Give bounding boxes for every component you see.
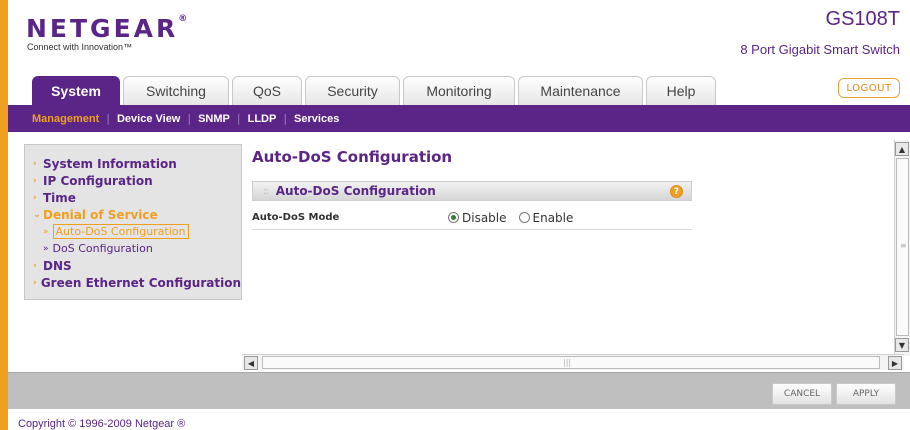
product-description: 8 Port Gigabit Smart Switch [740,42,900,57]
sidebar-item-ip-configuration[interactable]: › IP Configuration [25,172,241,189]
sidebar: › System Information › IP Configuration › T… [24,144,242,300]
sidebar-subitem-label: DoS Configuration [52,242,153,255]
netgear-logo: NETGEAR® [26,14,187,43]
subnav-separator: | [106,112,110,125]
subnav-management[interactable]: Management [32,113,99,125]
grip-icon: ≡ [900,241,907,250]
footer-bar: CANCEL APPLY [8,372,910,409]
panel-header: :: Auto-DoS Configuration ? [252,181,692,201]
sidebar-item-green-ethernet-configuration[interactable]: › Green Ethernet Configuration [25,274,241,291]
disable-radio[interactable] [448,212,459,223]
sidebar-subitem-auto-dos-configuration[interactable]: » Auto-DoS Configuration [25,223,241,240]
vertical-scroll-thumb[interactable]: ≡ [896,158,909,336]
chevron-right-icon: › [33,175,37,186]
horizontal-scrollbar[interactable]: ◀ ||| ▶ [242,354,904,370]
sidebar-item-label: IP Configuration [43,173,153,188]
model-name: GS108T [825,8,900,30]
drag-handle-icon: :: [263,185,269,197]
apply-button[interactable]: APPLY [836,383,896,405]
sidebar-subitem-label: Auto-DoS Configuration [52,224,189,239]
sidebar-item-label: Time [43,190,76,205]
chevron-right-icon: › [33,192,37,203]
double-chevron-icon: » [43,243,49,254]
logo-text: NETGEAR [26,14,179,43]
sidebar-item-dns[interactable]: › DNS [25,257,241,274]
sidebar-item-label: Denial of Service [43,207,158,222]
grip-icon: ||| [563,358,572,367]
app-window: NETGEAR® Connect with Innovation™ GS108T… [8,0,910,430]
chevron-right-icon: › [33,277,37,288]
double-chevron-icon: » [43,226,49,237]
subnav-separator: | [283,112,288,125]
subnav-services[interactable]: Services [294,113,339,125]
sidebar-item-label: System Information [43,156,177,171]
auto-dos-mode-row: Auto-DoS Mode Disable Enable [252,206,692,230]
tagline: Connect with Innovation™ [27,42,133,52]
sidebar-subitem-dos-configuration[interactable]: » DoS Configuration [25,240,241,257]
enable-radio[interactable] [518,212,530,223]
logo-registered: ® [178,14,188,24]
help-icon[interactable]: ? [670,185,683,198]
logout-button[interactable]: LOGOUT [838,78,900,98]
scroll-down-button[interactable]: ▼ [895,338,909,352]
tab-qos[interactable]: QoS [232,76,302,105]
sub-navigation: Management | Device View | SNMP | LLDP |… [8,105,910,132]
sidebar-item-system-information[interactable]: › System Information [25,155,241,172]
scroll-left-button[interactable]: ◀ [244,356,258,370]
sidebar-item-label: DNS [43,258,72,273]
tab-system[interactable]: System [32,76,120,105]
sidebar-item-denial-of-service[interactable]: ⌄ Denial of Service [25,206,241,223]
tab-switching[interactable]: Switching [123,76,229,105]
disable-option[interactable]: Disable [448,211,507,225]
subnav-separator: | [187,112,192,125]
enable-option[interactable]: Enable [518,210,574,225]
scroll-up-button[interactable]: ▲ [895,142,909,156]
tab-monitoring[interactable]: Monitoring [403,76,515,105]
sidebar-item-label: Green Ethernet Configuration [40,275,241,290]
disable-label: Disable [462,210,507,225]
cancel-button[interactable]: CANCEL [772,383,832,405]
chevron-down-icon: ⌄ [33,209,41,220]
page-title: Auto-DoS Configuration [252,148,453,166]
subnav-device-view[interactable]: Device View [117,113,180,125]
chevron-right-icon: › [33,158,37,169]
tab-help[interactable]: Help [646,76,716,105]
vertical-scrollbar[interactable]: ▲ ≡ ▼ [894,140,910,356]
tab-maintenance[interactable]: Maintenance [518,76,643,105]
subnav-lldp[interactable]: LLDP [248,113,277,125]
scroll-right-button[interactable]: ▶ [888,356,902,370]
enable-label: Enable [532,210,574,225]
sidebar-item-time[interactable]: › Time [25,189,241,206]
panel-title: Auto-DoS Configuration [275,184,436,198]
copyright-text: Copyright © 1996-2009 Netgear ® [18,418,186,430]
horizontal-scroll-thumb[interactable]: ||| [262,356,880,369]
tab-security[interactable]: Security [305,76,400,105]
chevron-right-icon: › [33,260,37,271]
main-tabs: System Switching QoS Security Monitoring… [32,76,719,105]
subnav-separator: | [236,112,241,125]
auto-dos-mode-label: Auto-DoS Mode [252,212,340,223]
subnav-snmp[interactable]: SNMP [198,113,230,125]
